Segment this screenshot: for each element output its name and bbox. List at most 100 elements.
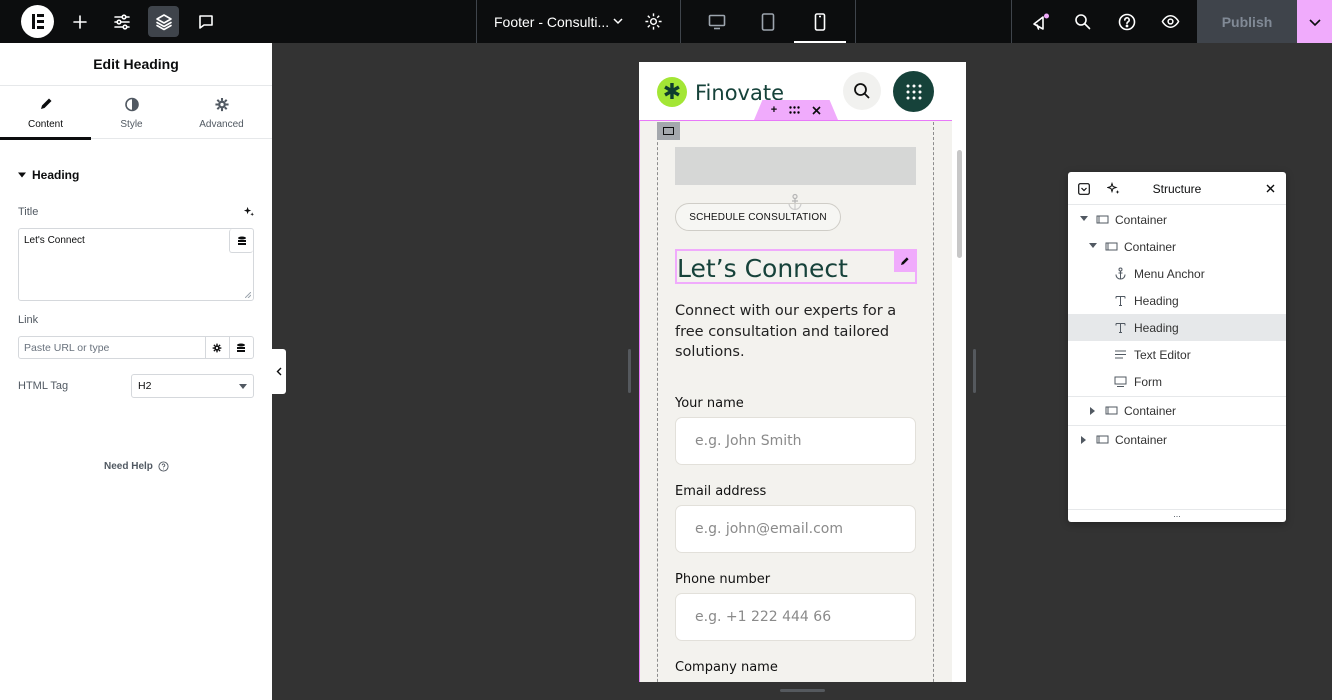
resize-handle-left[interactable]	[628, 349, 631, 393]
panel-title: Edit Heading	[0, 43, 272, 86]
sliders-icon	[113, 13, 130, 30]
dynamic-tags-button[interactable]	[229, 229, 253, 253]
html-tag-label: HTML Tag	[18, 380, 69, 392]
tablet-view-button[interactable]	[742, 0, 794, 43]
search-button[interactable]	[1067, 6, 1098, 37]
ai-sparkle-icon[interactable]	[243, 206, 254, 217]
link-options-gear-icon[interactable]	[212, 343, 222, 353]
grid-dots-icon	[906, 84, 921, 99]
mobile-view-button[interactable]	[794, 0, 846, 43]
collapse-panel-button[interactable]	[272, 349, 286, 394]
publish-button[interactable]: Publish	[1197, 0, 1297, 43]
close-icon[interactable]	[1266, 184, 1275, 193]
caret-right-icon[interactable]	[1081, 436, 1086, 444]
header-search-button[interactable]	[843, 72, 881, 110]
publish-options-button[interactable]	[1297, 0, 1332, 43]
container-icon	[1096, 435, 1109, 444]
page-settings-gear-icon[interactable]	[644, 12, 663, 31]
desktop-icon	[708, 14, 726, 29]
section-toggle-heading[interactable]: Heading	[18, 168, 79, 182]
close-icon[interactable]	[812, 105, 821, 115]
resize-handle-right[interactable]	[973, 349, 976, 393]
navigator-resize-grip[interactable]: ...	[1068, 509, 1286, 522]
desktop-view-button[interactable]	[691, 0, 743, 43]
edit-heading-button[interactable]	[894, 250, 916, 272]
container-handle[interactable]: +	[754, 100, 838, 120]
need-help-link[interactable]: Need Help	[104, 461, 169, 472]
whats-new-button[interactable]	[1025, 6, 1056, 37]
caret-down-icon[interactable]	[1089, 243, 1097, 248]
chevron-down-icon	[1308, 18, 1321, 26]
navigator-item-heading[interactable]: Heading	[1068, 287, 1286, 314]
link-input[interactable]: Paste URL or type	[18, 336, 254, 359]
search-icon	[854, 83, 870, 99]
database-icon[interactable]	[236, 343, 246, 353]
chevron-down-icon[interactable]	[612, 15, 624, 27]
comment-icon	[198, 14, 213, 29]
inner-container-handle[interactable]	[657, 122, 680, 140]
navigator-item-heading-selected[interactable]: Heading	[1068, 314, 1286, 341]
caret-right-icon[interactable]	[1090, 407, 1095, 415]
preview-button[interactable]	[1155, 6, 1186, 37]
name-input[interactable]: e.g. John Smith	[675, 417, 916, 465]
navigator-item-container[interactable]: Container	[1068, 206, 1286, 233]
title-value: Let's Connect	[24, 235, 85, 246]
navigator-item-container[interactable]: Container	[1068, 426, 1286, 453]
structure-navigator: Structure Container Container Menu Ancho…	[1068, 172, 1286, 522]
container-icon	[1105, 242, 1118, 251]
eye-icon	[1161, 15, 1180, 28]
mobile-icon	[814, 12, 826, 31]
heading-icon	[1115, 323, 1126, 333]
company-label: Company name	[675, 660, 778, 675]
document-title-area: Footer - Consulti...	[476, 0, 681, 43]
tab-style[interactable]: Style	[86, 86, 177, 139]
document-title[interactable]: Footer - Consulti...	[494, 14, 609, 30]
section-description: Connect with our experts for a free cons…	[675, 303, 897, 360]
selected-heading-widget[interactable]: Let’s Connect	[675, 249, 917, 284]
navigator-item-container[interactable]: Container	[1068, 397, 1286, 424]
scrollbar-thumb[interactable]	[957, 150, 962, 258]
pencil-icon	[901, 257, 909, 265]
html-tag-value: H2	[138, 380, 152, 392]
site-settings-button[interactable]	[106, 6, 137, 37]
navigator-item-container[interactable]: Container	[1068, 233, 1286, 260]
caret-down-icon	[239, 384, 247, 389]
drag-handle-icon[interactable]	[789, 106, 800, 114]
phone-input[interactable]: e.g. +1 222 444 66	[675, 593, 916, 641]
elementor-logo-icon[interactable]	[21, 5, 54, 38]
help-button[interactable]	[1111, 6, 1142, 37]
navigator-item-text-editor[interactable]: Text Editor	[1068, 341, 1286, 368]
tab-label: Advanced	[199, 119, 244, 130]
add-element-button[interactable]	[64, 6, 95, 37]
search-icon	[1075, 14, 1091, 30]
resize-handle-bottom[interactable]	[780, 689, 825, 692]
name-placeholder: e.g. John Smith	[695, 433, 802, 449]
resize-grip-icon[interactable]	[245, 292, 251, 298]
tab-label: Style	[120, 119, 143, 130]
divider	[205, 337, 206, 358]
link-placeholder: Paste URL or type	[24, 342, 110, 354]
preview-scrollbar[interactable]	[952, 120, 966, 682]
caret-down-icon[interactable]	[1080, 216, 1088, 221]
tab-label: Content	[27, 119, 64, 130]
caret-down-icon	[18, 172, 26, 178]
image-placeholder	[675, 147, 916, 185]
title-textarea[interactable]: Let's Connect	[18, 228, 254, 301]
navigator-item-label: Heading	[1134, 321, 1179, 335]
email-input[interactable]: e.g. john@email.com	[675, 505, 916, 553]
comments-button[interactable]	[190, 6, 221, 37]
html-tag-select[interactable]: H2	[131, 374, 254, 398]
structure-button[interactable]	[148, 6, 179, 37]
schedule-consultation-button[interactable]: SCHEDULE CONSULTATION	[675, 203, 841, 231]
tab-advanced[interactable]: Advanced	[176, 86, 267, 139]
topbar-tools	[1011, 0, 1197, 43]
navigator-item-label: Container	[1115, 213, 1168, 227]
navigator-item-menu-anchor[interactable]: Menu Anchor	[1068, 260, 1286, 287]
top-bar: Footer - Consulti... Publish	[0, 0, 1332, 43]
navigator-item-form[interactable]: Form	[1068, 368, 1286, 395]
tab-content[interactable]: Content	[0, 86, 91, 140]
help-icon	[1118, 13, 1135, 30]
header-menu-button[interactable]	[893, 71, 934, 112]
add-icon[interactable]: +	[771, 104, 777, 116]
help-icon	[158, 461, 169, 472]
